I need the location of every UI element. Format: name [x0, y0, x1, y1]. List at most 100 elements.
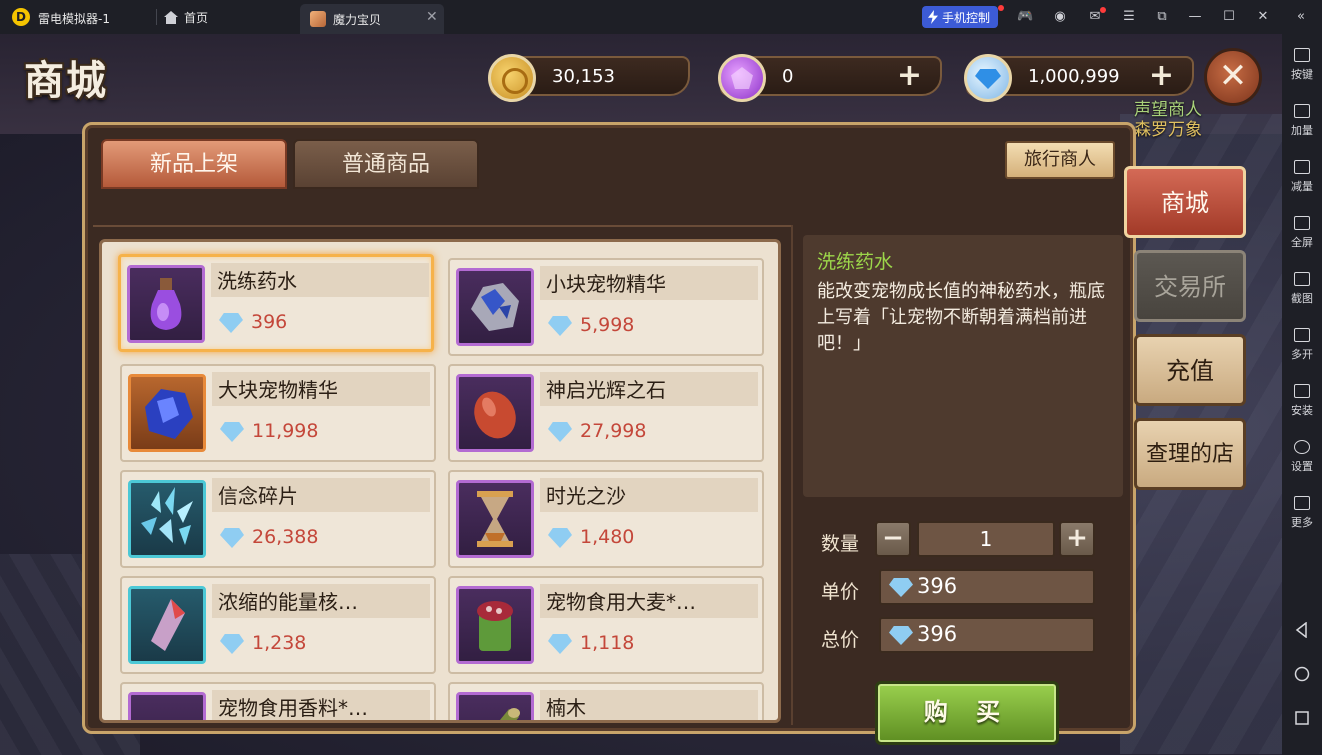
quantity-field[interactable]: 1	[917, 521, 1055, 557]
game-viewport: 商城 30,153 0 + 1,000,999 + ✕ 声望商人 森罗万象 新品…	[0, 34, 1282, 755]
crystal-amount: 0	[782, 66, 794, 87]
sidebar-item-volume-up[interactable]: 加量	[1282, 104, 1322, 138]
tab-new-arrivals[interactable]: 新品上架	[101, 139, 287, 189]
list-item[interactable]: 时光之沙 1,480	[448, 470, 764, 568]
item-icon-frame	[128, 586, 206, 664]
close-tab-icon[interactable]: ✕	[426, 9, 438, 25]
lightning-icon	[928, 10, 938, 24]
emulator-titlebar: D 雷电模拟器-1 首页 魔力宝贝 ✕ 手机控制 🎮 ◉ ✉ ☰ ⧉ — ☐ ✕…	[0, 0, 1322, 34]
sidebar-item-keymap[interactable]: 按键	[1282, 48, 1322, 82]
list-item[interactable]: 小块宠物精华 5,998	[448, 258, 764, 356]
list-item[interactable]: 神启光辉之石 27,998	[448, 364, 764, 462]
diamond-icon	[889, 626, 913, 645]
list-item[interactable]: 浓缩的能量核… 1,238	[120, 576, 436, 674]
sidebar-item-volume-down[interactable]: 减量	[1282, 160, 1322, 194]
popout-icon[interactable]: ⧉	[1154, 9, 1170, 25]
total-price-value: 396	[917, 622, 958, 646]
item-name: 洗练药水	[217, 269, 297, 293]
sidebar-item-settings[interactable]: 设置	[1282, 440, 1322, 474]
total-price-field: 396	[879, 617, 1095, 653]
item-name: 小块宠物精华	[546, 272, 666, 296]
list-item[interactable]: 宠物食用香料*…	[120, 682, 436, 720]
item-name: 信念碎片	[218, 484, 298, 508]
sidebar-item-label: 减量	[1291, 180, 1313, 193]
item-icon-frame	[456, 374, 534, 452]
buy-button[interactable]: 购 买	[875, 681, 1059, 745]
home-icon	[164, 11, 178, 24]
user-icon[interactable]: ◉	[1052, 9, 1068, 25]
diamond-icon	[219, 313, 243, 333]
gold-amount: 30,153	[552, 66, 615, 87]
collapse-sidebar-icon[interactable]: «	[1293, 9, 1309, 25]
blue-ore-icon	[471, 283, 519, 331]
panel-divider	[791, 225, 793, 725]
side-tab-exchange[interactable]: 交易所	[1134, 250, 1246, 322]
tab-normal-goods[interactable]: 普通商品	[293, 139, 479, 189]
side-tab-charlie-shop[interactable]: 查理的店	[1134, 418, 1246, 490]
minimize-icon[interactable]: —	[1187, 9, 1203, 25]
increase-quantity-button[interactable]: +	[1059, 521, 1095, 557]
sidebar-item-label: 全屏	[1291, 236, 1313, 249]
tab-divider	[93, 225, 793, 227]
merchant-name: 声望商人	[1134, 100, 1202, 120]
sidebar-item-multi[interactable]: 多开	[1282, 328, 1322, 362]
gamepad-icon[interactable]: 🎮	[1017, 9, 1033, 25]
maximize-icon[interactable]: ☐	[1221, 9, 1237, 25]
menu-icon[interactable]: ☰	[1121, 9, 1137, 25]
more-icon	[1294, 496, 1310, 510]
sidebar-item-label: 更多	[1291, 516, 1313, 529]
sidebar-item-screenshot[interactable]: 截图	[1282, 272, 1322, 306]
sidebar-item-label: 安装	[1291, 404, 1313, 417]
back-icon[interactable]	[1294, 622, 1310, 638]
potion-icon	[150, 278, 182, 330]
home-nav-icon[interactable]	[1294, 666, 1310, 682]
item-icon-frame	[127, 265, 205, 343]
sidebar-item-label: 设置	[1291, 460, 1313, 473]
list-item[interactable]: 洗练药水 396	[118, 254, 434, 352]
item-price: 27,998	[580, 420, 647, 442]
home-tab[interactable]: 首页	[164, 9, 208, 26]
side-tab-recharge[interactable]: 充值	[1134, 334, 1246, 406]
travel-merchant-button[interactable]: 旅行商人	[1005, 141, 1115, 179]
list-item[interactable]: 信念碎片 26,388	[120, 470, 436, 568]
detail-item-description: 能改变宠物成长值的神秘药水，瓶底上写着「让宠物不断朝着满档前进吧！」	[817, 281, 1105, 354]
sidebar-item-label: 截图	[1291, 292, 1313, 305]
close-shop-button[interactable]: ✕	[1204, 48, 1262, 106]
sidebar-item-fullscreen[interactable]: 全屏	[1282, 216, 1322, 250]
item-name: 大块宠物精华	[218, 378, 338, 402]
decrease-quantity-button[interactable]: −	[875, 521, 911, 557]
sidebar-item-more[interactable]: 更多	[1282, 496, 1322, 530]
item-name: 时光之沙	[546, 484, 626, 508]
side-tab-shop[interactable]: 商城	[1124, 166, 1246, 238]
diamond-icon	[220, 528, 244, 548]
barley-bundle-icon	[477, 601, 513, 651]
item-icon-frame	[456, 480, 534, 558]
item-icon-frame	[128, 692, 206, 720]
item-detail-box: 洗练药水 能改变宠物成长值的神秘药水，瓶底上写着「让宠物不断朝着满档前进吧！」	[803, 235, 1123, 497]
game-tab[interactable]: 魔力宝贝 ✕	[300, 4, 444, 34]
emulator-app-name: 雷电模拟器-1	[38, 12, 110, 26]
close-window-icon[interactable]: ✕	[1255, 9, 1271, 25]
add-diamond-button[interactable]: +	[1149, 59, 1174, 93]
list-item[interactable]: 宠物食用大麦*… 1,118	[448, 576, 764, 674]
sidebar-item-label: 加量	[1291, 124, 1313, 137]
list-item[interactable]: 大块宠物精华 11,998	[120, 364, 436, 462]
diamond-icon	[548, 634, 572, 654]
recent-apps-icon[interactable]	[1294, 710, 1310, 726]
sapphire-icon	[145, 389, 193, 439]
emulator-logo-icon: D	[12, 8, 30, 26]
keyboard-icon	[1294, 48, 1310, 62]
diamond-icon	[220, 634, 244, 654]
item-icon-frame	[456, 586, 534, 664]
diamond-icon	[548, 528, 572, 548]
list-item[interactable]: 楠木	[448, 682, 764, 720]
item-list: 洗练药水 396 小块宠物精华 5,998 大块宠物精华 11,998 神启光辉…	[99, 239, 781, 723]
emulator-sidebar: 按键 加量 减量 全屏 截图 多开 安装 设置 更多	[1282, 34, 1322, 755]
add-crystal-button[interactable]: +	[897, 59, 922, 93]
item-price: 1,118	[580, 632, 635, 654]
sidebar-item-install[interactable]: 安装	[1282, 384, 1322, 418]
item-price: 11,998	[252, 420, 319, 442]
total-price-label: 总价	[821, 629, 860, 651]
phone-control-button[interactable]: 手机控制	[922, 6, 999, 28]
energy-core-icon	[151, 599, 185, 651]
